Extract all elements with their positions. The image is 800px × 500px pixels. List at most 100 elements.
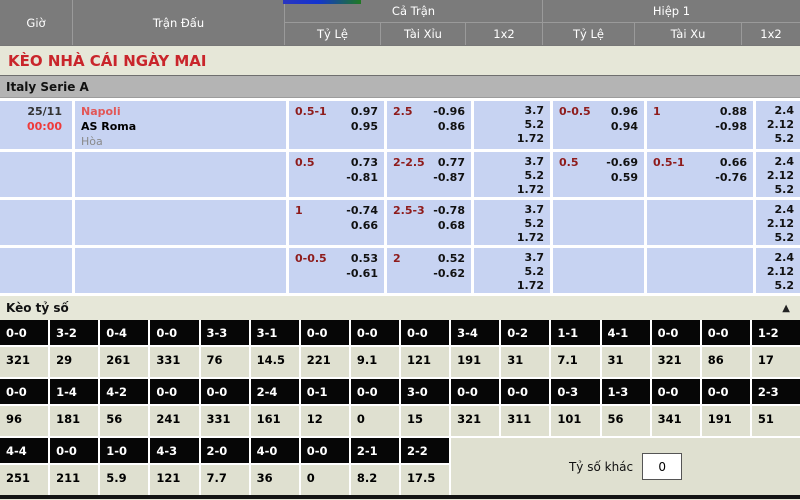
odds-value[interactable]: 1.72	[474, 132, 544, 146]
score-cell[interactable]: 0-0	[351, 379, 399, 404]
ft-over-under-cell[interactable]: 2.5 -0.96 0.86	[387, 101, 471, 149]
score-cell[interactable]: 4-3	[150, 438, 198, 463]
score-cell[interactable]: 0-4	[100, 320, 148, 345]
score-odds-cell[interactable]: 17.5	[401, 465, 449, 495]
odds-value[interactable]: 5.2	[474, 118, 544, 132]
h1-handicap-cell[interactable]: 0.5 -0.69 0.59	[553, 152, 644, 197]
score-odds-cell[interactable]: 121	[150, 465, 198, 495]
score-odds-cell[interactable]: 8.2	[351, 465, 399, 495]
score-cell[interactable]: 1-2	[752, 320, 800, 345]
score-cell[interactable]: 1-1	[551, 320, 599, 345]
odds-value[interactable]: 5.2	[756, 231, 794, 245]
odds-value[interactable]: 5.2	[756, 183, 794, 197]
score-cell[interactable]: 0-0	[301, 438, 349, 463]
score-cell[interactable]: 0-1	[301, 379, 349, 404]
odds-value[interactable]: 2.12	[756, 118, 794, 132]
score-odds-cell[interactable]: 56	[100, 406, 148, 436]
score-odds-cell[interactable]: 221	[301, 347, 349, 377]
h1-1x2-cell[interactable]: 2.4 2.12 5.2	[756, 101, 800, 149]
score-odds-cell[interactable]: 7.7	[201, 465, 249, 495]
score-cell[interactable]: 4-4	[0, 438, 48, 463]
score-odds-cell[interactable]: 12	[301, 406, 349, 436]
collapse-arrow-icon[interactable]: ▲	[782, 303, 790, 314]
score-odds-cell[interactable]: 191	[702, 406, 750, 436]
odds-value[interactable]: 1.72	[474, 183, 544, 197]
score-cell[interactable]: 0-0	[351, 320, 399, 345]
score-cell[interactable]: 0-0	[150, 320, 198, 345]
ft-over-under-cell[interactable]: 2 0.52 -0.62	[387, 248, 471, 293]
score-cell[interactable]: 1-0	[100, 438, 148, 463]
odds-value[interactable]: 0.66	[346, 218, 378, 233]
odds-value[interactable]: 2.12	[756, 265, 794, 279]
score-odds-cell[interactable]: 56	[602, 406, 650, 436]
odds-value[interactable]: -0.81	[346, 170, 378, 185]
odds-value[interactable]: -0.61	[346, 266, 378, 281]
odds-value[interactable]: 0.59	[606, 170, 638, 185]
score-odds-cell[interactable]: 331	[150, 347, 198, 377]
score-cell[interactable]: 2-0	[201, 438, 249, 463]
score-odds-cell[interactable]: 96	[0, 406, 48, 436]
score-cell[interactable]: 0-0	[201, 379, 249, 404]
score-cell[interactable]: 0-0	[652, 320, 700, 345]
odds-value[interactable]: -0.69	[606, 155, 638, 170]
odds-value[interactable]: 5.2	[756, 132, 794, 146]
odds-value[interactable]: 1.72	[474, 279, 544, 293]
score-odds-cell[interactable]: 76	[201, 347, 249, 377]
odds-value[interactable]: -0.74	[346, 203, 378, 218]
h1-handicap-cell[interactable]: 0-0.5 0.96 0.94	[553, 101, 644, 149]
score-cell[interactable]: 0-0	[702, 320, 750, 345]
odds-value[interactable]: -0.96	[433, 104, 465, 119]
score-cell[interactable]: 0-0	[301, 320, 349, 345]
odds-value[interactable]: 1.72	[474, 231, 544, 245]
score-odds-cell[interactable]: 321	[451, 406, 499, 436]
score-cell[interactable]: 0-0	[451, 379, 499, 404]
score-odds-cell[interactable]: 17	[752, 347, 800, 377]
odds-value[interactable]: 2.4	[756, 251, 794, 265]
score-odds-cell[interactable]: 0	[351, 406, 399, 436]
score-odds-cell[interactable]: 31	[501, 347, 549, 377]
score-cell[interactable]: 2-4	[251, 379, 299, 404]
score-odds-cell[interactable]: 211	[50, 465, 98, 495]
score-cell[interactable]: 2-2	[401, 438, 449, 463]
odds-value[interactable]: 0.96	[611, 104, 638, 119]
score-cell[interactable]: 0-0	[150, 379, 198, 404]
odds-value[interactable]: 0.77	[433, 155, 465, 170]
odds-value[interactable]: 2.4	[756, 203, 794, 217]
score-cell[interactable]: 3-3	[201, 320, 249, 345]
score-cell[interactable]: 1-4	[50, 379, 98, 404]
odds-value[interactable]: -0.76	[715, 170, 747, 185]
score-odds-cell[interactable]: 86	[702, 347, 750, 377]
odds-value[interactable]: 0.52	[433, 251, 465, 266]
score-cell[interactable]: 4-1	[602, 320, 650, 345]
ft-1x2-cell[interactable]: 3.7 5.2 1.72	[474, 101, 550, 149]
score-odds-cell[interactable]: 181	[50, 406, 98, 436]
odds-value[interactable]: 2.12	[756, 169, 794, 183]
odds-value[interactable]: 0.53	[346, 251, 378, 266]
score-cell[interactable]: 0-2	[501, 320, 549, 345]
score-odds-cell[interactable]: 311	[501, 406, 549, 436]
odds-value[interactable]: 3.7	[474, 251, 544, 265]
score-odds-cell[interactable]: 14.5	[251, 347, 299, 377]
odds-value[interactable]: 2.4	[756, 104, 794, 118]
odds-value[interactable]: 0.73	[346, 155, 378, 170]
ft-over-under-cell[interactable]: 2-2.5 0.77 -0.87	[387, 152, 471, 197]
score-cell[interactable]: 3-1	[251, 320, 299, 345]
ft-handicap-cell[interactable]: 0-0.5 0.53 -0.61	[289, 248, 384, 293]
score-odds-cell[interactable]: 161	[251, 406, 299, 436]
score-cell[interactable]: 0-0	[50, 438, 98, 463]
score-cell[interactable]: 0-0	[652, 379, 700, 404]
score-cell[interactable]: 3-0	[401, 379, 449, 404]
ft-handicap-cell[interactable]: 0.5-1 0.97 0.95	[289, 101, 384, 149]
odds-value[interactable]: 5.2	[474, 169, 544, 183]
ft-over-under-cell[interactable]: 2.5-3 -0.78 0.68	[387, 200, 471, 245]
score-cell[interactable]: 0-0	[401, 320, 449, 345]
score-cell[interactable]: 0-3	[551, 379, 599, 404]
score-cell[interactable]: 0-0	[501, 379, 549, 404]
score-odds-cell[interactable]: 51	[752, 406, 800, 436]
h1-1x2-cell[interactable]: 2.4 2.12 5.2	[756, 152, 800, 197]
odds-value[interactable]: 3.7	[474, 203, 544, 217]
score-odds-cell[interactable]: 341	[652, 406, 700, 436]
score-odds-cell[interactable]: 321	[0, 347, 48, 377]
score-odds-cell[interactable]: 191	[451, 347, 499, 377]
score-odds-cell[interactable]: 121	[401, 347, 449, 377]
